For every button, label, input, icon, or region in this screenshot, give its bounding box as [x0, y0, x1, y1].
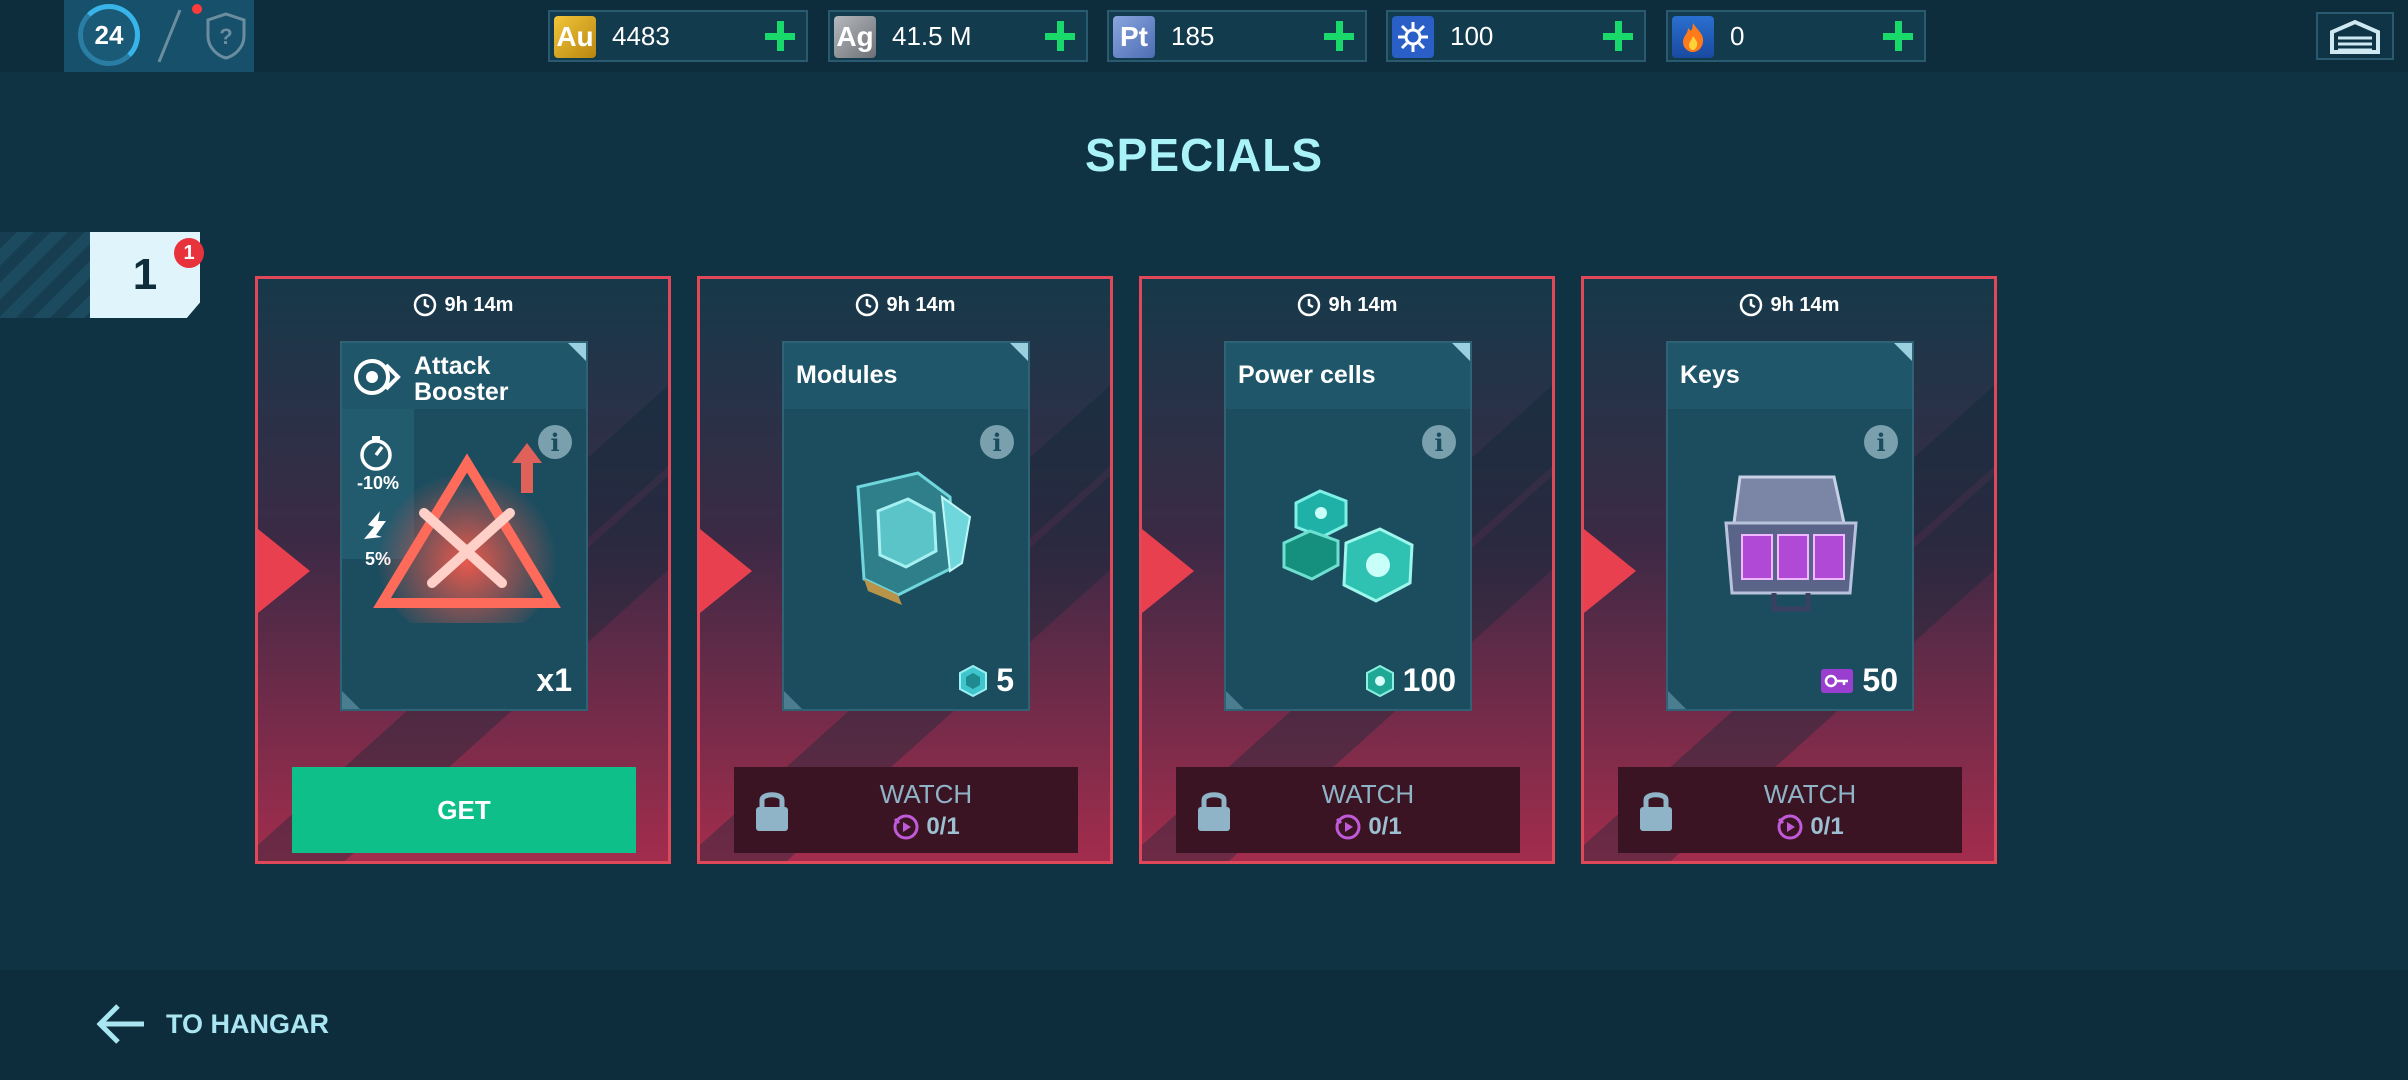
watch-label: WATCH: [1763, 779, 1857, 809]
offer-title: Attack Booster: [414, 352, 509, 406]
offer-timer: 9h 14m: [258, 293, 668, 317]
clock-icon: [413, 293, 436, 317]
booster-type-icon: [354, 359, 401, 395]
level-progress-ring: [78, 4, 140, 66]
silver-icon: Ag: [834, 16, 876, 58]
hangar-button[interactable]: [2316, 12, 2394, 60]
watch-label: WATCH: [879, 779, 973, 809]
currency-gold[interactable]: Au 4483: [548, 10, 808, 62]
currency-silver[interactable]: Ag 41.5 M: [828, 10, 1088, 62]
offer-card-attack-booster[interactable]: 9h 14m Attack Booster -10% 5% i x1 GET: [255, 276, 671, 864]
card-arrow: [1142, 529, 1194, 613]
fire-value: 0: [1730, 21, 1745, 51]
page-title: SPECIALS: [1084, 129, 1324, 181]
fire-icon: [1672, 16, 1714, 58]
watch-progress: 0/1: [1176, 813, 1520, 841]
power-cell-currency-icon: [1365, 664, 1394, 697]
offer-title: Power cells: [1238, 361, 1376, 389]
offer-amount: 50: [1820, 662, 1898, 699]
add-platinum-button[interactable]: [1321, 18, 1357, 54]
player-panel[interactable]: 24 ?: [64, 0, 254, 72]
watch-ad-button[interactable]: WATCH 0/1: [1618, 767, 1962, 853]
gold-value: 4483: [612, 21, 670, 51]
get-button[interactable]: GET: [292, 767, 636, 853]
offer-amount: 5: [958, 662, 1014, 699]
page-notification-badge: 1: [174, 238, 204, 268]
platinum-icon: Pt: [1113, 16, 1155, 58]
gold-icon: Au: [554, 16, 596, 58]
watch-ad-button[interactable]: WATCH 0/1: [1176, 767, 1520, 853]
ad-play-icon: [893, 814, 919, 840]
info-icon[interactable]: i: [1864, 425, 1898, 459]
card-arrow: [1584, 529, 1636, 613]
card-arrow: [258, 529, 310, 613]
notification-dot: [192, 4, 202, 14]
attack-booster-icon: [373, 443, 561, 623]
ad-play-icon: [1335, 814, 1361, 840]
add-fire-button[interactable]: [1880, 18, 1916, 54]
clock-icon: [1297, 293, 1320, 317]
item-panel[interactable]: Attack Booster -10% 5% i x1: [340, 341, 588, 711]
add-gold-button[interactable]: [762, 18, 798, 54]
add-components-button[interactable]: [1600, 18, 1636, 54]
key-currency-icon: [1821, 668, 1854, 693]
currency-platinum[interactable]: Pt 185: [1107, 10, 1367, 62]
component-icon: [1392, 16, 1434, 58]
offer-timer: 9h 14m: [1142, 293, 1552, 317]
offer-title: Modules: [796, 361, 898, 389]
item-panel[interactable]: Modules i 5: [782, 341, 1030, 711]
watch-progress: 0/1: [734, 813, 1078, 841]
module-currency-icon: [959, 664, 988, 697]
add-silver-button[interactable]: [1042, 18, 1078, 54]
clock-icon: [1739, 293, 1762, 317]
item-panel[interactable]: Keys i 50: [1666, 341, 1914, 711]
offer-amount: 100: [1365, 662, 1456, 699]
platinum-value: 185: [1171, 21, 1215, 51]
offer-timer: 9h 14m: [700, 293, 1110, 317]
bottom-bar: [0, 970, 2408, 1080]
silver-value: 41.5 M: [892, 21, 972, 51]
card-arrow: [700, 529, 752, 613]
to-hangar-button[interactable]: TO HANGAR: [94, 1002, 329, 1046]
offer-card-modules[interactable]: 9h 14m Modules i 5 WATCH 0/1: [697, 276, 1113, 864]
info-icon[interactable]: i: [1422, 425, 1456, 459]
offer-card-power-cells[interactable]: 9h 14m Power cells i 100 WATCH 0/1: [1139, 276, 1555, 864]
watch-label: WATCH: [1321, 779, 1415, 809]
power-cells-icon: [1282, 489, 1414, 603]
offer-amount: x1: [536, 662, 572, 698]
info-icon[interactable]: i: [538, 425, 572, 459]
modules-icon: [856, 471, 972, 605]
info-icon[interactable]: i: [980, 425, 1014, 459]
page-tab-decoration: [0, 232, 92, 318]
clock-icon: [855, 293, 878, 317]
divider: [157, 9, 182, 63]
watch-progress: 0/1: [1618, 813, 1962, 841]
keys-chest-icon: [1724, 475, 1858, 612]
svg-text:?: ?: [219, 24, 232, 49]
arrow-left-icon: [96, 1004, 144, 1044]
player-level-badge[interactable]: 24: [78, 4, 140, 66]
components-value: 100: [1450, 21, 1494, 51]
offer-title: Keys: [1680, 361, 1740, 389]
hangar-icon: [2330, 19, 2380, 54]
to-hangar-label: TO HANGAR: [166, 1008, 330, 1039]
page-number: 1: [132, 250, 158, 299]
help-shield-icon[interactable]: ?: [204, 12, 248, 60]
offer-timer: 9h 14m: [1584, 293, 1994, 317]
watch-ad-button[interactable]: WATCH 0/1: [734, 767, 1078, 853]
ad-play-icon: [1777, 814, 1803, 840]
currency-components[interactable]: 100: [1386, 10, 1646, 62]
top-bar: 24 ? Au 4483 Ag 41.5 M Pt 185 100 0: [0, 0, 2408, 72]
offer-card-keys[interactable]: 9h 14m Keys i 50 WATCH 0/1: [1581, 276, 1997, 864]
currency-fire[interactable]: 0: [1666, 10, 1926, 62]
item-panel[interactable]: Power cells i 100: [1224, 341, 1472, 711]
